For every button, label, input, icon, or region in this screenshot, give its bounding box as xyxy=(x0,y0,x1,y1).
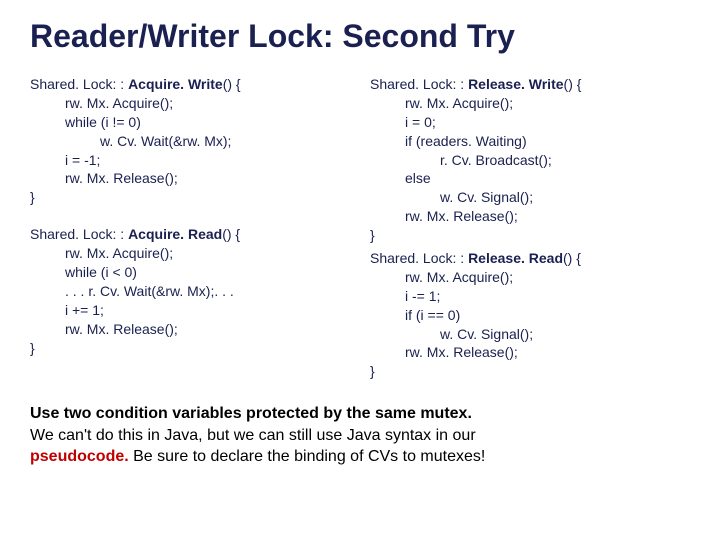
rw-l4: r. Cv. Broadcast(); xyxy=(370,151,690,170)
acquire-read-block: Shared. Lock: : Acquire. Read() { rw. Mx… xyxy=(30,225,350,357)
code-columns: Shared. Lock: : Acquire. Write() { rw. M… xyxy=(30,75,690,399)
aw-l1: rw. Mx. Acquire(); xyxy=(30,94,350,113)
aw-sig: Shared. Lock: : xyxy=(30,76,128,92)
rr-l2: i -= 1; xyxy=(370,287,690,306)
ar-l2: while (i < 0) xyxy=(30,263,350,282)
acquire-write-block: Shared. Lock: : Acquire. Write() { rw. M… xyxy=(30,75,350,207)
rr-sig: Shared. Lock: : xyxy=(370,250,468,266)
ar-l4: i += 1; xyxy=(30,301,350,320)
rr-l4: w. Cv. Signal(); xyxy=(370,325,690,344)
bottom-line2: We can't do this in Java, but we can sti… xyxy=(30,427,476,444)
aw-l3: w. Cv. Wait(&rw. Mx); xyxy=(30,132,350,151)
ar-l1: rw. Mx. Acquire(); xyxy=(30,244,350,263)
aw-l2: while (i != 0) xyxy=(30,113,350,132)
rw-sig: Shared. Lock: : xyxy=(370,76,468,92)
slide-title: Reader/Writer Lock: Second Try xyxy=(30,18,690,55)
bottom-paragraph: Use two condition variables protected by… xyxy=(30,403,690,468)
bottom-line3a: pseudocode. xyxy=(30,448,129,465)
rw-after: () { xyxy=(564,76,582,92)
left-column: Shared. Lock: : Acquire. Write() { rw. M… xyxy=(30,75,350,399)
rw-l2: i = 0; xyxy=(370,113,690,132)
rr-l1: rw. Mx. Acquire(); xyxy=(370,268,690,287)
release-write-block: Shared. Lock: : Release. Write() { rw. M… xyxy=(370,75,690,245)
aw-fn: Acquire. Write xyxy=(128,76,223,92)
rw-l1: rw. Mx. Acquire(); xyxy=(370,94,690,113)
ar-close: } xyxy=(30,340,35,356)
ar-l3: . . . r. Cv. Wait(&rw. Mx);. . . xyxy=(30,282,350,301)
release-read-block: Shared. Lock: : Release. Read() { rw. Mx… xyxy=(370,249,690,381)
rr-fn: Release. Read xyxy=(468,250,563,266)
rw-l3: if (readers. Waiting) xyxy=(370,132,690,151)
ar-l5: rw. Mx. Release(); xyxy=(30,320,350,339)
bottom-line1: Use two condition variables protected by… xyxy=(30,405,472,422)
rw-l7: rw. Mx. Release(); xyxy=(370,207,690,226)
ar-sig: Shared. Lock: : xyxy=(30,226,128,242)
aw-l5: rw. Mx. Release(); xyxy=(30,169,350,188)
rr-l3: if (i == 0) xyxy=(370,306,690,325)
aw-after: () { xyxy=(223,76,241,92)
rw-close: } xyxy=(370,227,375,243)
aw-l4: i = -1; xyxy=(30,151,350,170)
rr-l5: rw. Mx. Release(); xyxy=(370,343,690,362)
right-column: Shared. Lock: : Release. Write() { rw. M… xyxy=(370,75,690,399)
rw-l5: else xyxy=(370,169,690,188)
ar-after: () { xyxy=(222,226,240,242)
rr-after: () { xyxy=(563,250,581,266)
rw-fn: Release. Write xyxy=(468,76,563,92)
bottom-line3b: Be sure to declare the binding of CVs to… xyxy=(129,448,486,465)
ar-fn: Acquire. Read xyxy=(128,226,222,242)
rr-close: } xyxy=(370,363,375,379)
aw-close: } xyxy=(30,189,35,205)
rw-l6: w. Cv. Signal(); xyxy=(370,188,690,207)
